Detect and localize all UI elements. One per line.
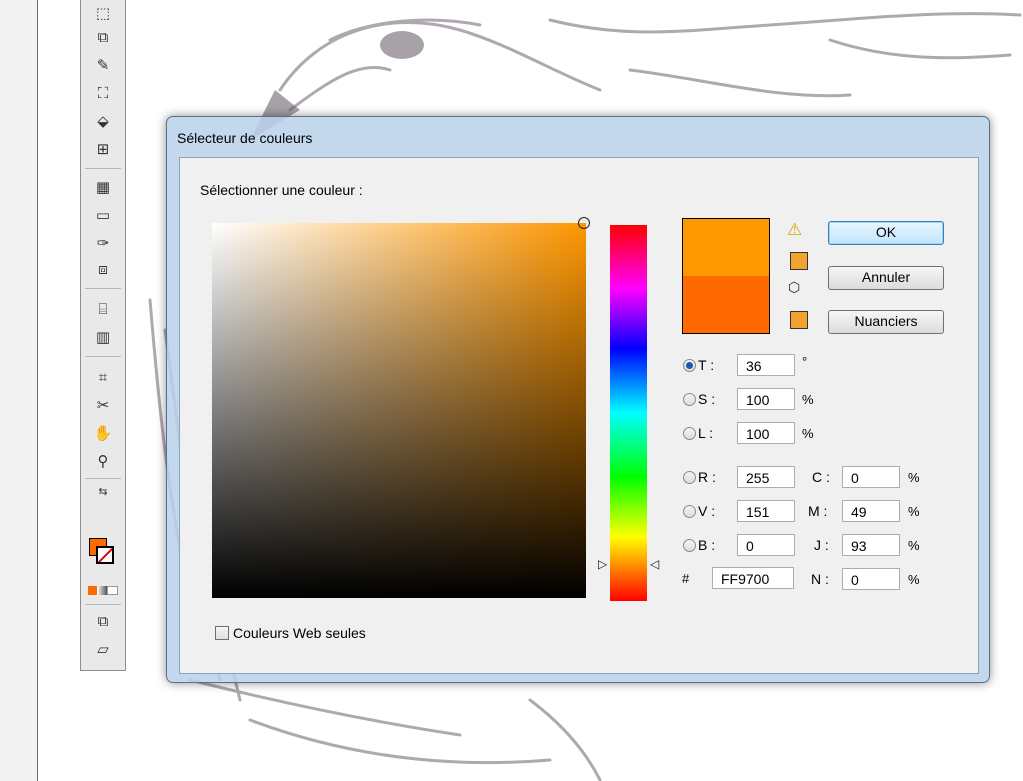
magenta-label: M : xyxy=(808,503,828,519)
brightness-label: L : xyxy=(698,425,714,441)
perspective-grid-tool-icon[interactable]: ⊞ xyxy=(90,138,116,160)
red-input[interactable]: 255 xyxy=(737,466,795,488)
tool-separator xyxy=(85,604,121,605)
saturation-input[interactable]: 100 xyxy=(737,388,795,410)
blue-input[interactable]: 0 xyxy=(737,534,795,556)
new-color-swatch xyxy=(683,219,769,276)
gradient-mode-icon[interactable] xyxy=(97,586,107,595)
magenta-unit: % xyxy=(908,504,920,519)
green-radio[interactable] xyxy=(683,505,696,518)
left-panel xyxy=(0,0,37,781)
slice-tool-icon[interactable]: ✂ xyxy=(90,394,116,416)
saturation-unit: % xyxy=(802,392,814,407)
brightness-unit: % xyxy=(802,426,814,441)
hue-slider-left-arrow-icon[interactable]: ▷ xyxy=(598,557,607,571)
hue-slider[interactable] xyxy=(610,225,647,601)
hex-input[interactable]: FF9700 xyxy=(712,567,794,589)
tool-separator xyxy=(85,288,121,289)
swap-fill-stroke-icon[interactable]: ⇆ xyxy=(90,480,116,502)
stroke-none-swatch[interactable] xyxy=(96,546,114,564)
graph-tool-icon[interactable]: ▥ xyxy=(90,326,116,348)
gradient-tool-icon[interactable]: ▭ xyxy=(90,204,116,226)
none-mode-icon[interactable] xyxy=(106,586,118,595)
lasso-tool-icon[interactable]: ⬚ xyxy=(90,2,116,24)
blue-label: B : xyxy=(698,537,716,553)
green-label: V : xyxy=(698,503,716,519)
web-only-label: Couleurs Web seules xyxy=(233,625,366,641)
swatches-button[interactable]: Nuanciers xyxy=(828,310,944,334)
warp-tool-icon[interactable]: ✎ xyxy=(90,54,116,76)
out-of-gamut-warning-icon: ⚠ xyxy=(787,220,803,239)
shape-builder-tool-icon[interactable]: ⬙ xyxy=(90,110,116,132)
yellow-label: J : xyxy=(814,537,829,553)
tools-panel: ⬚ ⧉ ✎ ⛶ ⬙ ⊞ ▦ ▭ ✑ ⧈ ⌸ ▥ ⌗ ✂ ✋ ⚲ ⇆ ⧉ ▱ xyxy=(80,0,126,671)
hue-radio[interactable] xyxy=(683,359,696,372)
cancel-button[interactable]: Annuler xyxy=(828,266,944,290)
saturation-brightness-field[interactable] xyxy=(212,217,590,598)
magenta-input[interactable]: 49 xyxy=(842,500,900,522)
black-label: N : xyxy=(811,571,829,587)
web-safe-cube-icon: ⬡ xyxy=(788,279,801,295)
saturation-radio[interactable] xyxy=(683,393,696,406)
cyan-input[interactable]: 0 xyxy=(842,466,900,488)
blue-radio[interactable] xyxy=(683,539,696,552)
black-unit: % xyxy=(908,572,920,587)
symbol-sprayer-tool-icon[interactable]: ⌸ xyxy=(90,298,116,320)
ok-button[interactable]: OK xyxy=(828,221,944,245)
hue-slider-right-arrow-icon[interactable]: ◁ xyxy=(650,557,659,571)
original-color-swatch[interactable] xyxy=(683,276,769,333)
hand-tool-icon[interactable]: ✋ xyxy=(90,422,116,444)
color-mode-icon[interactable] xyxy=(88,586,98,595)
hex-sign: # xyxy=(682,571,690,586)
scale-tool-icon[interactable]: ⧉ xyxy=(90,26,116,48)
gamut-correct-swatch[interactable] xyxy=(790,252,808,270)
tool-separator xyxy=(85,356,121,357)
saturation-label: S : xyxy=(698,391,716,407)
brightness-input[interactable]: 100 xyxy=(737,422,795,444)
brightness-radio[interactable] xyxy=(683,427,696,440)
dialog-content: Sélectionner une couleur : ▷ ◁ ⚠ ⬡ OK An… xyxy=(166,116,988,681)
tool-separator xyxy=(85,168,121,169)
cyan-unit: % xyxy=(908,470,920,485)
cyan-label: C : xyxy=(812,469,830,485)
web-only-checkbox[interactable] xyxy=(215,626,229,640)
red-label: R : xyxy=(698,469,716,485)
yellow-input[interactable]: 93 xyxy=(842,534,900,556)
eyedropper-tool-icon[interactable]: ✑ xyxy=(90,232,116,254)
blend-tool-icon[interactable]: ⧈ xyxy=(90,258,116,280)
color-field-marker[interactable] xyxy=(578,217,590,229)
red-radio[interactable] xyxy=(683,471,696,484)
artboard-tool-icon[interactable]: ⌗ xyxy=(90,366,116,388)
web-safe-correct-swatch[interactable] xyxy=(790,311,808,329)
hue-input[interactable]: 36 xyxy=(737,354,795,376)
hue-label: T : xyxy=(698,357,715,373)
zoom-tool-icon[interactable]: ⚲ xyxy=(90,450,116,472)
free-transform-tool-icon[interactable]: ⛶ xyxy=(90,82,116,104)
hue-unit: ° xyxy=(802,354,808,369)
yellow-unit: % xyxy=(908,538,920,553)
color-mode-buttons[interactable] xyxy=(88,586,118,595)
screen-mode-icon[interactable]: ▱ xyxy=(90,638,116,660)
mesh-tool-icon[interactable]: ▦ xyxy=(90,176,116,198)
green-input[interactable]: 151 xyxy=(737,500,795,522)
draw-mode-icon[interactable]: ⧉ xyxy=(90,610,116,632)
panel-divider xyxy=(37,0,38,781)
tool-separator xyxy=(85,478,121,479)
color-preview xyxy=(682,218,770,334)
select-color-label: Sélectionner une couleur : xyxy=(200,182,363,198)
black-input[interactable]: 0 xyxy=(842,568,900,590)
